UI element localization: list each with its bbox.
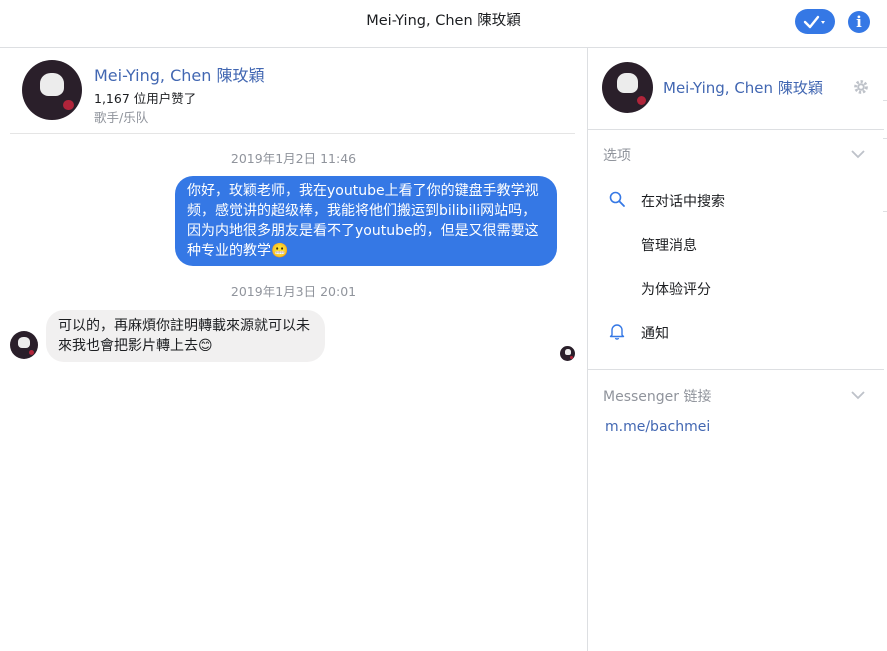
bell-icon — [609, 324, 625, 340]
info-icon[interactable]: i — [848, 11, 870, 33]
option-manage-messages[interactable]: 管理消息 — [641, 235, 697, 255]
outgoing-message[interactable]: 你好，玫颖老师，我在youtube上看了你的键盘手教学视频，感觉讲的超级棒，我能… — [175, 176, 557, 266]
chevron-down-icon[interactable] — [850, 149, 866, 159]
conversation-title: Mei-Ying, Chen 陳玫穎 — [366, 13, 521, 29]
gear-icon[interactable] — [852, 78, 870, 96]
sidebar-header: Mei-Ying, Chen 陳玫穎 — [588, 48, 884, 130]
option-notifications[interactable]: 通知 — [641, 323, 669, 343]
check-dropdown-button[interactable] — [795, 9, 835, 34]
messenger-link[interactable]: m.me/bachmei — [605, 419, 710, 435]
option-search-conversation[interactable]: 在对话中搜索 — [641, 191, 725, 211]
incoming-message[interactable]: 可以的，再麻煩你註明轉載來源就可以未來我也會把影片轉上去😊 — [46, 310, 325, 362]
profile-name-link[interactable]: Mei-Ying, Chen 陳玫穎 — [94, 62, 264, 86]
avatar[interactable] — [22, 60, 82, 120]
options-section-title: 选项 — [603, 148, 631, 164]
avatar[interactable] — [602, 62, 653, 113]
profile-category: 歌手/乐队 — [94, 110, 149, 125]
links-section-title: Messenger 链接 — [603, 389, 712, 405]
sender-avatar[interactable] — [10, 331, 38, 359]
top-bar: Mei-Ying, Chen 陳玫穎 i — [0, 0, 887, 48]
message-timestamp: 2019年1月3日 20:01 — [230, 284, 357, 299]
divider — [883, 211, 887, 212]
check-dropdown-icon — [803, 15, 825, 28]
option-rate-experience[interactable]: 为体验评分 — [641, 279, 711, 299]
chevron-down-icon[interactable] — [850, 390, 866, 400]
divider — [883, 138, 887, 139]
sidebar-name-link[interactable]: Mei-Ying, Chen 陳玫穎 — [663, 77, 823, 98]
info-sidebar: Mei-Ying, Chen 陳玫穎 选项 在对话中搜索 管理消息 为体验评分 … — [587, 48, 884, 651]
search-icon — [609, 191, 625, 207]
profile-likes: 1,167 位用户赞了 — [94, 91, 197, 106]
divider — [588, 369, 884, 370]
profile-header: Mei-Ying, Chen 陳玫穎 1,167 位用户赞了 歌手/乐队 — [10, 48, 575, 134]
message-timestamp: 2019年1月2日 11:46 — [230, 151, 357, 166]
seen-avatar — [560, 346, 575, 361]
chat-panel: Mei-Ying, Chen 陳玫穎 1,167 位用户赞了 歌手/乐队 201… — [0, 48, 587, 651]
